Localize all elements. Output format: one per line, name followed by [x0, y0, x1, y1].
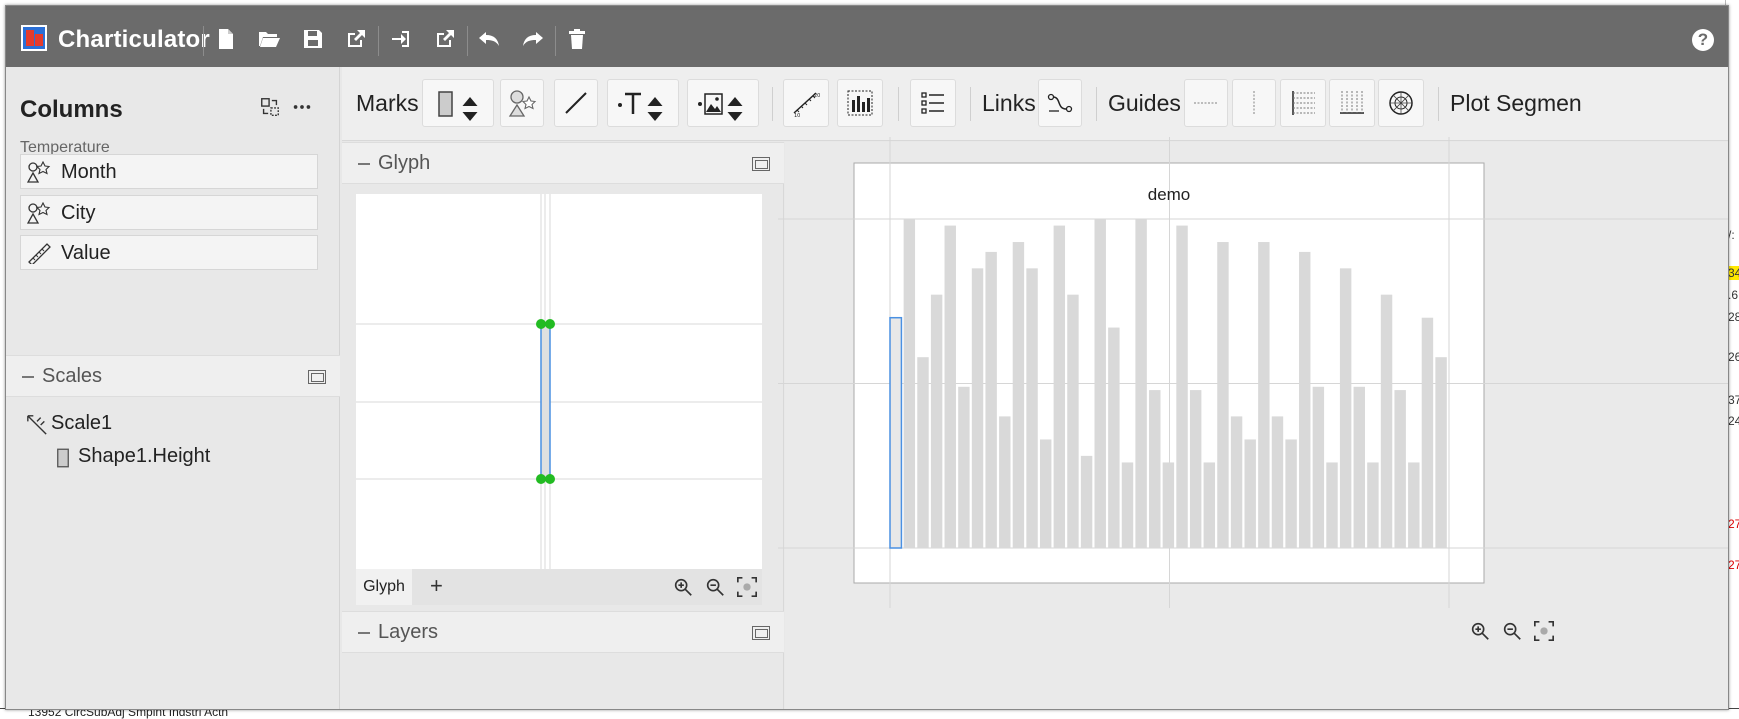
bar[interactable]	[1094, 219, 1106, 548]
selected-bar[interactable]	[889, 316, 903, 549]
bar[interactable]	[917, 357, 929, 548]
bar[interactable]	[1271, 416, 1284, 548]
bar[interactable]	[1121, 462, 1134, 548]
bar[interactable]	[985, 251, 997, 548]
bg-cell: 26	[1728, 350, 1739, 364]
bar[interactable]	[1080, 455, 1093, 548]
bar[interactable]	[999, 416, 1011, 548]
bar[interactable]	[1217, 242, 1229, 548]
bg-cell: 37	[1728, 393, 1739, 407]
bar[interactable]	[1162, 462, 1175, 548]
bar[interactable]	[1421, 317, 1434, 548]
chart-canvas[interactable]: demo	[6, 6, 1729, 710]
bar[interactable]	[903, 219, 916, 548]
bar[interactable]	[1339, 268, 1352, 548]
bg-cell: /:	[1728, 228, 1735, 242]
bar[interactable]	[1012, 242, 1025, 548]
bar[interactable]	[1380, 294, 1393, 548]
bar[interactable]	[958, 386, 970, 548]
bar[interactable]	[1067, 294, 1079, 548]
bar[interactable]	[1176, 225, 1188, 548]
bar[interactable]	[1230, 416, 1243, 548]
bar[interactable]	[1135, 219, 1147, 548]
bar[interactable]	[944, 225, 956, 548]
bar[interactable]	[1408, 462, 1420, 548]
bg-cell: 34	[1728, 266, 1739, 280]
bar[interactable]	[1258, 242, 1270, 548]
bg-cell: 27	[1728, 558, 1739, 572]
bar[interactable]	[1189, 390, 1202, 548]
bar[interactable]	[1149, 390, 1161, 548]
bg-cell: 27	[1728, 517, 1739, 531]
bar[interactable]	[1312, 386, 1325, 548]
bar[interactable]	[1353, 386, 1365, 548]
bar[interactable]	[1285, 439, 1297, 548]
bg-cell: 28	[1728, 310, 1739, 324]
bar[interactable]	[1053, 225, 1066, 548]
bar[interactable]	[1394, 390, 1406, 548]
bar[interactable]	[1435, 357, 1447, 548]
chart-title[interactable]: demo	[1148, 185, 1191, 204]
bg-cell: 24	[1728, 414, 1739, 428]
bar[interactable]	[1039, 439, 1052, 548]
bar[interactable]	[1299, 251, 1311, 548]
bar[interactable]	[1108, 327, 1120, 548]
bar[interactable]	[1203, 462, 1216, 548]
bar[interactable]	[1326, 462, 1338, 548]
bar[interactable]	[1244, 439, 1256, 548]
bar[interactable]	[930, 294, 943, 548]
bg-cell: .6	[1728, 288, 1739, 302]
charticulator-window: Charticulator ? Columns Temperature Mont…	[5, 5, 1729, 710]
bar[interactable]	[1367, 462, 1379, 548]
bar[interactable]	[1026, 268, 1038, 548]
bar[interactable]	[971, 268, 984, 548]
